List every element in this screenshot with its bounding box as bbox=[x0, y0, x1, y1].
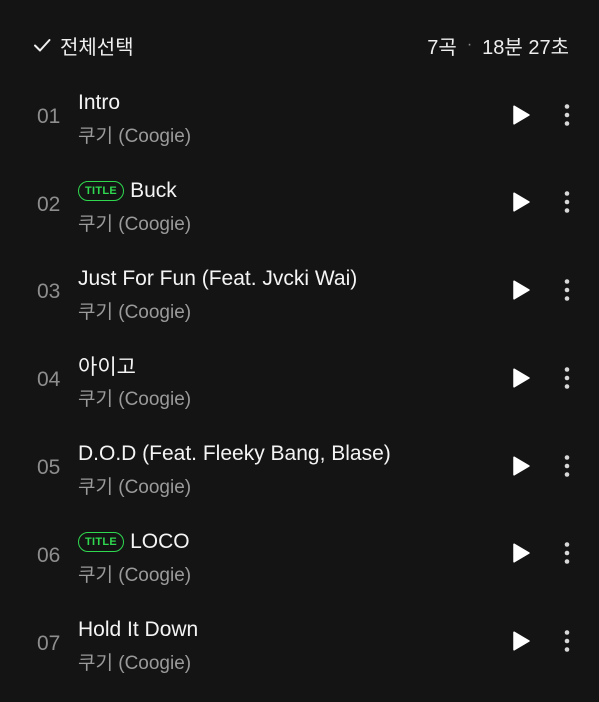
track-info[interactable]: TITLE Buck 쿠기 (Coogie) bbox=[78, 177, 478, 236]
separator-dot: · bbox=[466, 36, 473, 53]
track-info[interactable]: D.O.D (Feat. Fleeky Bang, Blase) 쿠기 (Coo… bbox=[78, 440, 478, 499]
play-button[interactable] bbox=[505, 540, 537, 572]
track-row-07[interactable]: 07 Hold It Down 쿠기 (Coogie) bbox=[0, 600, 599, 688]
more-options-button[interactable] bbox=[553, 277, 581, 309]
track-info[interactable]: Intro 쿠기 (Coogie) bbox=[78, 89, 478, 148]
play-button[interactable] bbox=[505, 101, 537, 133]
track-artist[interactable]: 쿠기 (Coogie) bbox=[78, 472, 478, 499]
album-summary: 7곡 · 18분 27초 bbox=[427, 30, 569, 60]
more-options-button[interactable] bbox=[553, 101, 581, 133]
track-title-line: Intro bbox=[78, 89, 478, 117]
track-title-line: TITLE LOCO bbox=[78, 528, 478, 556]
track-title-line: Hold It Down bbox=[78, 616, 478, 644]
track-number: 05 bbox=[37, 456, 61, 480]
track-artist[interactable]: 쿠기 (Coogie) bbox=[78, 121, 478, 148]
select-all-label: 전체선택 bbox=[60, 36, 134, 59]
more-vertical-icon bbox=[564, 278, 570, 307]
more-vertical-icon bbox=[564, 454, 570, 483]
track-artist[interactable]: 쿠기 (Coogie) bbox=[78, 209, 478, 236]
track-info[interactable]: Hold It Down 쿠기 (Coogie) bbox=[78, 616, 478, 675]
play-icon bbox=[511, 630, 531, 657]
more-vertical-icon bbox=[564, 190, 570, 219]
title-track-badge: TITLE bbox=[78, 531, 125, 552]
track-artist[interactable]: 쿠기 (Coogie) bbox=[78, 297, 478, 324]
track-count: 7곡 bbox=[427, 36, 457, 59]
more-options-button[interactable] bbox=[553, 452, 581, 484]
more-options-button[interactable] bbox=[553, 540, 581, 572]
track-title: Buck bbox=[130, 178, 177, 202]
track-row-01[interactable]: 01 Intro 쿠기 (Coogie) bbox=[0, 73, 599, 161]
more-vertical-icon bbox=[564, 366, 570, 395]
play-button[interactable] bbox=[505, 277, 537, 309]
track-info[interactable]: 아이고 쿠기 (Coogie) bbox=[78, 352, 478, 411]
play-icon bbox=[511, 104, 531, 131]
track-row-05[interactable]: 05 D.O.D (Feat. Fleeky Bang, Blase) 쿠기 (… bbox=[0, 424, 599, 512]
track-info[interactable]: Just For Fun (Feat. Jvcki Wai) 쿠기 (Coogi… bbox=[78, 265, 478, 324]
track-row-02[interactable]: 02 TITLE Buck 쿠기 (Coogie) bbox=[0, 161, 599, 249]
track-list: 01 Intro 쿠기 (Coogie) 02 TITLE Buck 쿠기 (C… bbox=[0, 73, 599, 688]
track-title: D.O.D (Feat. Fleeky Bang, Blase) bbox=[78, 442, 391, 466]
play-icon bbox=[511, 367, 531, 394]
play-icon bbox=[511, 542, 531, 569]
more-vertical-icon bbox=[564, 629, 570, 658]
track-number: 02 bbox=[37, 192, 61, 216]
track-row-06[interactable]: 06 TITLE LOCO 쿠기 (Coogie) bbox=[0, 512, 599, 600]
track-number: 04 bbox=[37, 368, 61, 392]
track-title-line: TITLE Buck bbox=[78, 177, 478, 205]
track-title-line: Just For Fun (Feat. Jvcki Wai) bbox=[78, 265, 478, 293]
play-button[interactable] bbox=[505, 628, 537, 660]
play-button[interactable] bbox=[505, 364, 537, 396]
total-duration: 18분 27초 bbox=[482, 36, 569, 59]
track-title: Just For Fun (Feat. Jvcki Wai) bbox=[78, 266, 358, 290]
track-row-04[interactable]: 04 아이고 쿠기 (Coogie) bbox=[0, 336, 599, 424]
select-all-button[interactable]: 전체선택 bbox=[32, 30, 134, 60]
play-icon bbox=[511, 455, 531, 482]
track-info[interactable]: TITLE LOCO 쿠기 (Coogie) bbox=[78, 528, 478, 587]
track-artist[interactable]: 쿠기 (Coogie) bbox=[78, 384, 478, 411]
track-number: 03 bbox=[37, 280, 61, 304]
play-button[interactable] bbox=[505, 452, 537, 484]
track-title: LOCO bbox=[130, 529, 190, 553]
play-icon bbox=[511, 191, 531, 218]
track-artist[interactable]: 쿠기 (Coogie) bbox=[78, 648, 478, 675]
track-title-line: D.O.D (Feat. Fleeky Bang, Blase) bbox=[78, 440, 478, 468]
more-options-button[interactable] bbox=[553, 189, 581, 221]
more-options-button[interactable] bbox=[553, 364, 581, 396]
track-number: 06 bbox=[37, 543, 61, 567]
track-title: 아이고 bbox=[78, 356, 136, 380]
track-title: Hold It Down bbox=[78, 617, 199, 641]
more-vertical-icon bbox=[564, 541, 570, 570]
title-track-badge: TITLE bbox=[78, 180, 125, 201]
play-button[interactable] bbox=[505, 189, 537, 221]
more-options-button[interactable] bbox=[553, 628, 581, 660]
track-number: 07 bbox=[37, 631, 61, 655]
more-vertical-icon bbox=[564, 103, 570, 132]
track-number: 01 bbox=[37, 104, 61, 128]
track-title-line: 아이고 bbox=[78, 352, 478, 380]
track-title: Intro bbox=[78, 91, 121, 114]
track-row-03[interactable]: 03 Just For Fun (Feat. Jvcki Wai) 쿠기 (Co… bbox=[0, 249, 599, 337]
track-artist[interactable]: 쿠기 (Coogie) bbox=[78, 560, 478, 587]
play-icon bbox=[511, 279, 531, 306]
check-icon bbox=[32, 35, 52, 55]
